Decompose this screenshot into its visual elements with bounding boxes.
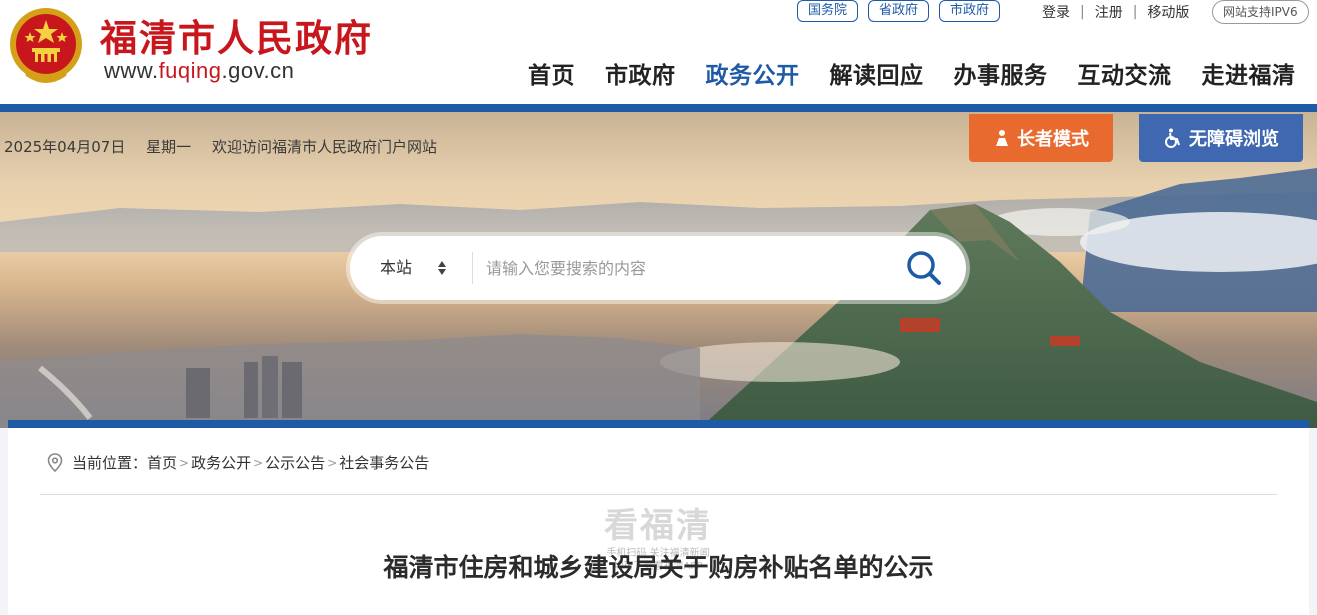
location-pin-icon: [47, 452, 63, 472]
site-header: 福清市人民政府 www.fuqing.gov.cn 国务院 省政府 市政府 登录…: [0, 0, 1317, 104]
breadcrumb-home[interactable]: 首页: [147, 452, 177, 473]
user-links: 登录 | 注册 | 移动版: [1042, 2, 1189, 22]
nav-gov-affairs[interactable]: 政务公开: [706, 56, 800, 90]
site-title[interactable]: 福清市人民政府: [100, 8, 373, 62]
search-scope-select[interactable]: 本站: [380, 236, 412, 300]
login-link[interactable]: 登录: [1042, 2, 1070, 22]
current-date: 2025年04月07日: [4, 138, 126, 156]
site-url-suffix: .gov.cn: [221, 58, 295, 83]
national-emblem-icon[interactable]: [8, 6, 84, 86]
elder-mode-label: 长者模式: [1017, 129, 1089, 150]
elder-icon: [996, 130, 1008, 146]
welcome-text: 欢迎访问福清市人民政府门户网站: [211, 138, 437, 156]
site-url-accent: fuqing: [158, 58, 222, 83]
breadcrumb-separator: >: [179, 455, 190, 470]
nav-about-fuqing[interactable]: 走进福清: [1202, 56, 1296, 90]
accessibility-button[interactable]: 无障碍浏览: [1139, 114, 1303, 162]
elder-mode-button[interactable]: 长者模式: [969, 114, 1113, 162]
link-state-council[interactable]: 国务院: [797, 0, 859, 22]
content-top-bar: [8, 420, 1309, 428]
nav-services[interactable]: 办事服务: [954, 56, 1048, 90]
site-url-prefix: www.: [104, 58, 159, 83]
breadcrumb-gov-affairs[interactable]: 政务公开: [191, 452, 251, 473]
search-input[interactable]: [486, 250, 886, 286]
wheelchair-icon: [1165, 128, 1180, 148]
breadcrumb-social-affairs[interactable]: 社会事务公告: [339, 452, 429, 473]
breadcrumb-announcements[interactable]: 公示公告: [265, 452, 325, 473]
breadcrumb-separator: >: [253, 455, 264, 470]
nav-interpretation[interactable]: 解读回应: [830, 56, 924, 90]
separator: |: [1132, 4, 1138, 20]
article-title: 福清市住房和城乡建设局关于购房补贴名单的公示: [383, 553, 934, 582]
breadcrumb: 当前位置： 首页 > 政务公开 > 公示公告 > 社会事务公告: [46, 452, 429, 473]
nav-home[interactable]: 首页: [528, 56, 575, 90]
nav-interaction[interactable]: 互动交流: [1078, 56, 1172, 90]
main-nav: 首页 市政府 政务公开 解读回应 办事服务 互动交流 走进福清: [528, 56, 1296, 90]
accessibility-label: 无障碍浏览: [1189, 129, 1279, 150]
hero-banner: 2025年04月07日 星期一 欢迎访问福清市人民政府门户网站 长者模式 无障碍…: [0, 112, 1317, 428]
header-blue-bar: [0, 104, 1317, 112]
link-province-gov[interactable]: 省政府: [868, 0, 930, 22]
mobile-link[interactable]: 移动版: [1147, 2, 1189, 22]
ipv6-badge: 网站支持IPV6: [1212, 0, 1309, 24]
site-url[interactable]: www.fuqing.gov.cn: [104, 58, 294, 84]
search-box: 本站: [350, 236, 966, 300]
nav-city-gov[interactable]: 市政府: [605, 56, 676, 90]
register-link[interactable]: 注册: [1095, 2, 1123, 22]
breadcrumb-separator: >: [327, 455, 338, 470]
date-welcome: 2025年04月07日 星期一 欢迎访问福清市人民政府门户网站: [4, 136, 437, 157]
link-city-gov[interactable]: 市政府: [939, 0, 1001, 22]
sort-arrows-icon[interactable]: [436, 258, 448, 278]
divider: [40, 494, 1277, 495]
divider: [472, 252, 473, 284]
search-icon[interactable]: [904, 248, 944, 288]
article-panel: 当前位置： 首页 > 政务公开 > 公示公告 > 社会事务公告 看福清 手机扫码…: [8, 428, 1309, 615]
breadcrumb-prefix: 当前位置：: [72, 454, 148, 472]
current-weekday: 星期一: [146, 138, 192, 156]
separator: |: [1080, 4, 1085, 20]
watermark-brand: 看福清: [604, 506, 712, 546]
top-links: 国务院 省政府 市政府: [797, 0, 1001, 22]
